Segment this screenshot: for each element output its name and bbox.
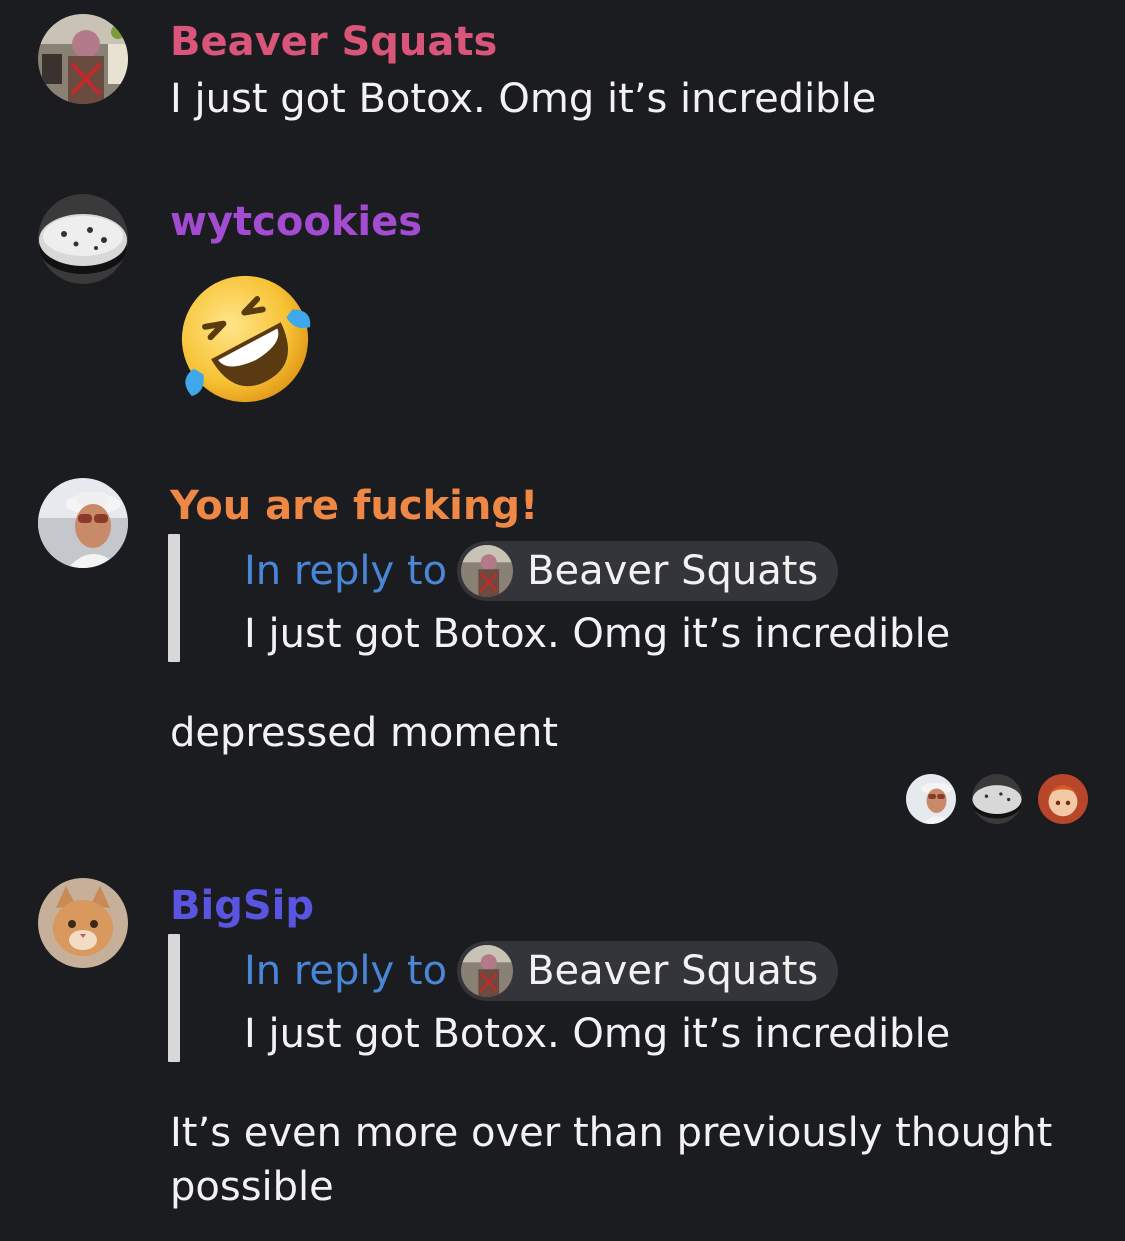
username-wytcookies[interactable]: wytcookies: [170, 198, 422, 246]
reply-quote-text: I just got Botox. Omg it’s incredible: [244, 611, 951, 657]
reply-header[interactable]: In reply to Beaver Squats: [244, 941, 839, 1001]
rolling-on-the-floor-laughing-icon: [176, 270, 314, 408]
beaver-squats-avatar-small: [461, 545, 514, 597]
beaver-squats-avatar-small: [461, 945, 514, 997]
reply-quote-bar: [168, 934, 180, 1062]
read-receipts: [906, 774, 1104, 824]
reply-prefix[interactable]: In reply to: [244, 548, 447, 594]
reply-quote-bar: [168, 534, 180, 662]
beaver-squats-avatar[interactable]: [38, 14, 128, 104]
message-feed: Beaver Squats I just got Botox. Omg it’s…: [0, 0, 1125, 1241]
reply-author-chip[interactable]: Beaver Squats: [457, 941, 839, 1001]
username-bigsip[interactable]: BigSip: [170, 882, 314, 930]
reply-prefix[interactable]: In reply to: [244, 948, 447, 994]
you-are-fucking-avatar[interactable]: [38, 478, 128, 568]
wytcookies-avatar[interactable]: [38, 194, 128, 284]
message-text: depressed moment: [170, 710, 559, 756]
reply-author-name: Beaver Squats: [527, 548, 819, 594]
username-you-are-fucking[interactable]: You are fucking!: [170, 482, 538, 530]
username-beaver-squats[interactable]: Beaver Squats: [170, 18, 497, 66]
cookie-avatar[interactable]: [972, 774, 1022, 824]
message-text: It’s even more over than previously thou…: [170, 1110, 1053, 1210]
bigsip-avatar[interactable]: [38, 878, 128, 968]
reply-author-chip[interactable]: Beaver Squats: [457, 541, 839, 601]
reply-author-name: Beaver Squats: [527, 948, 819, 994]
anime-girl-avatar[interactable]: [1038, 774, 1088, 824]
reply-quote-text: I just got Botox. Omg it’s incredible: [244, 1011, 951, 1057]
reply-header[interactable]: In reply to Beaver Squats: [244, 541, 839, 601]
message-text: I just got Botox. Omg it’s incredible: [170, 76, 877, 122]
sunglasses-man-avatar[interactable]: [906, 774, 956, 824]
